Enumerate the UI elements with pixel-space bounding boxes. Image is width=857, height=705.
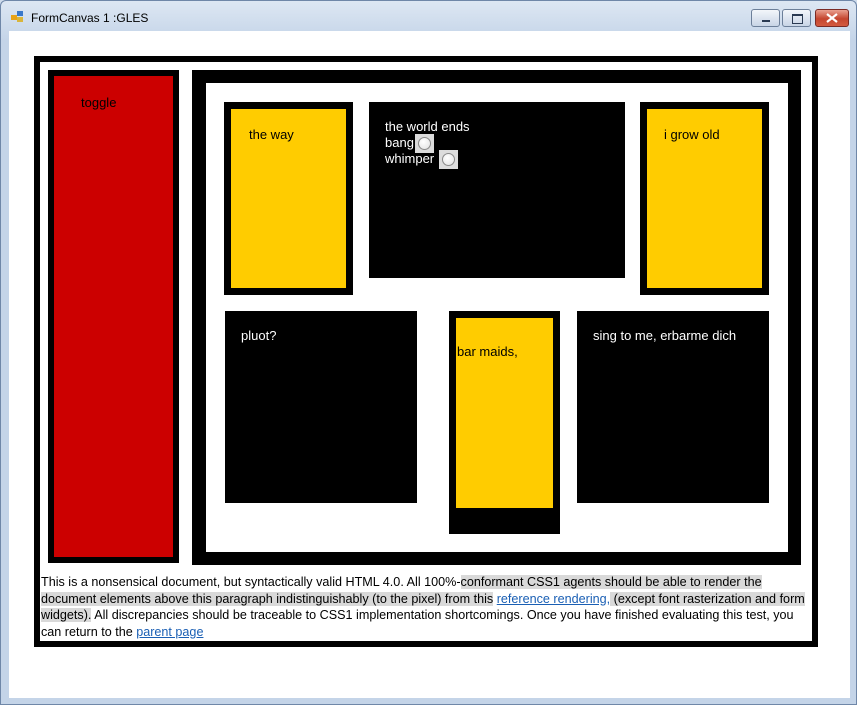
radio-circle-icon xyxy=(442,153,455,166)
pluot-label: pluot? xyxy=(241,328,277,343)
the-way-box: the way xyxy=(224,102,353,295)
description-paragraph: This is a nonsensical document, but synt… xyxy=(41,574,811,640)
whimper-label: whimper xyxy=(385,151,435,166)
minimize-icon xyxy=(762,20,770,22)
radio-circle-icon xyxy=(418,137,431,150)
grow-old-label: i grow old xyxy=(664,127,720,142)
maximize-icon xyxy=(792,14,803,24)
close-icon xyxy=(826,13,838,23)
toggle-box: toggle xyxy=(48,70,179,563)
sing-label: sing to me, erbarme dich xyxy=(593,328,737,343)
minimize-button[interactable] xyxy=(751,9,780,27)
the-way-label: the way xyxy=(249,127,294,142)
bar-maids-box: bar maids, xyxy=(449,311,560,534)
window-title: FormCanvas 1 :GLES xyxy=(31,11,149,25)
sing-box: sing to me, erbarme dich xyxy=(577,311,769,503)
paragraph-text-1: This is a nonsensical document, but synt… xyxy=(41,575,461,589)
world-ends-label: the world ends xyxy=(385,119,470,134)
bar-maids-label: bar maids, xyxy=(457,344,518,359)
app-window: FormCanvas 1 :GLES toggle the way the wo… xyxy=(0,0,857,705)
toggle-label: toggle xyxy=(81,95,117,110)
app-icon xyxy=(11,11,25,23)
maximize-button[interactable] xyxy=(782,9,811,27)
pluot-box: pluot? xyxy=(225,311,417,503)
title-bar[interactable]: FormCanvas 1 :GLES xyxy=(1,1,856,31)
world-ends-box: the world ends bang whimper xyxy=(369,102,625,278)
bang-label: bang xyxy=(385,135,414,150)
parent-page-link[interactable]: parent page xyxy=(136,625,203,639)
grow-old-box: i grow old xyxy=(640,102,769,295)
reference-rendering-link[interactable]: reference rendering, xyxy=(497,592,610,606)
close-button[interactable] xyxy=(815,9,849,27)
canvas-area: toggle the way the world ends bang whimp… xyxy=(9,31,850,698)
whimper-radio[interactable] xyxy=(439,150,458,169)
